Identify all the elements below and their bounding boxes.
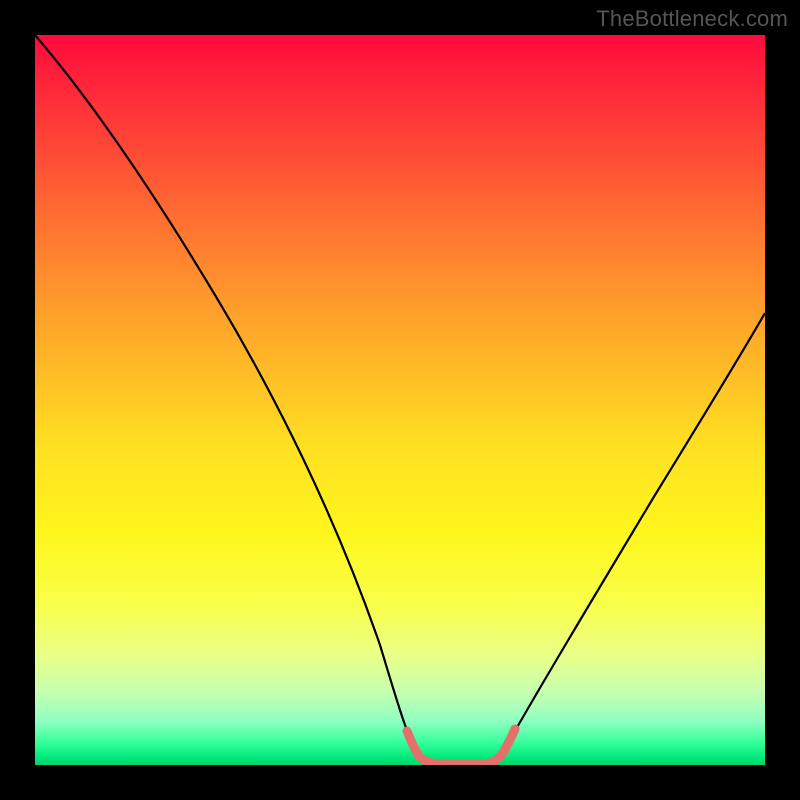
curve-path (35, 35, 765, 764)
trough-marker (407, 729, 515, 764)
chart-frame: TheBottleneck.com (0, 0, 800, 800)
plot-area (35, 35, 765, 765)
bottleneck-curve (35, 35, 765, 765)
watermark-text: TheBottleneck.com (596, 6, 788, 32)
